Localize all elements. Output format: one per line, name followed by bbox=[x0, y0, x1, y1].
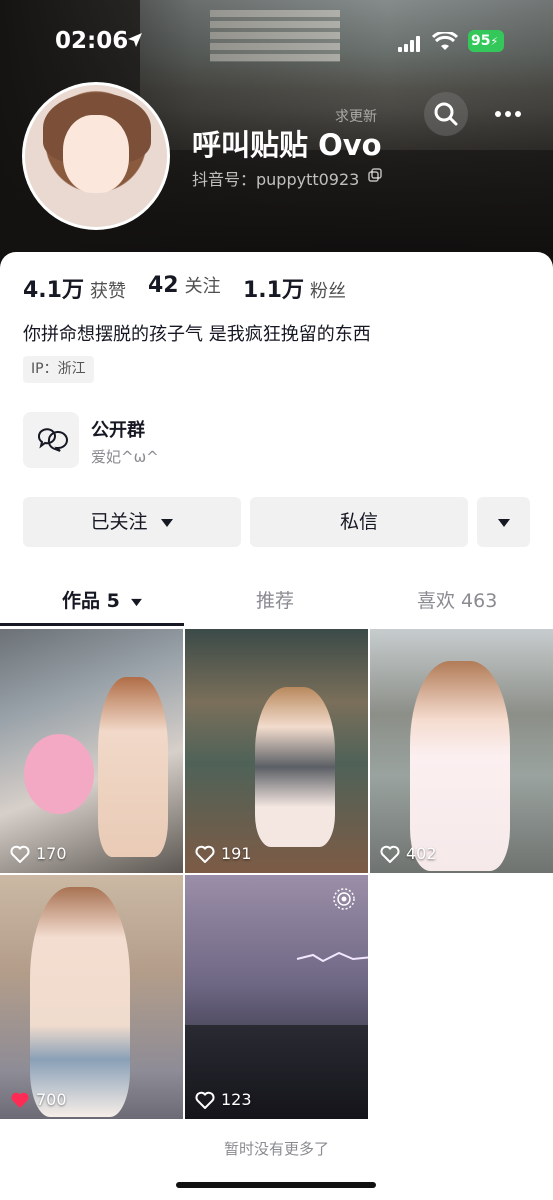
live-photo-icon bbox=[333, 888, 355, 910]
no-more-content-label: 暂时没有更多了 bbox=[223, 1140, 329, 1158]
status-time: 02:06 bbox=[55, 28, 129, 54]
battery-indicator: 95⚡ bbox=[468, 30, 504, 52]
caret-down-icon bbox=[131, 598, 143, 607]
caret-down-icon bbox=[160, 519, 173, 527]
more-dots-icon bbox=[495, 111, 521, 117]
search-button[interactable] bbox=[424, 92, 468, 136]
video-likes: 170 bbox=[10, 844, 67, 863]
stat-following[interactable]: 42 关注 bbox=[148, 272, 221, 298]
followed-button[interactable]: 已关注 bbox=[23, 497, 241, 547]
profile-bio: 你拼命想摆脱的孩子气 是我疯狂挽留的东西 bbox=[23, 324, 371, 345]
video-likes: 402 bbox=[380, 844, 437, 863]
video-thumbnail[interactable]: 402 bbox=[370, 629, 553, 873]
profile-nickname: 呼叫贴贴 Ovo bbox=[192, 128, 382, 162]
tab-recommended[interactable]: 推荐 bbox=[256, 586, 294, 613]
video-likes: 123 bbox=[195, 1090, 252, 1109]
video-thumbnail[interactable]: 191 bbox=[185, 629, 368, 873]
douyin-id: 抖音号：puppytt0923 bbox=[192, 170, 360, 189]
tab-liked[interactable]: 喜欢 463 bbox=[417, 586, 497, 613]
copy-icon[interactable] bbox=[368, 168, 382, 182]
video-likes: 191 bbox=[195, 844, 252, 863]
profile-tabs: 作品 5 推荐 喜欢 463 bbox=[0, 578, 553, 626]
video-thumbnail[interactable]: 170 bbox=[0, 629, 183, 873]
location-arrow-icon bbox=[128, 33, 142, 47]
heart-outline-icon bbox=[195, 1091, 215, 1109]
lightning-bolt-graphic bbox=[296, 951, 368, 963]
more-options-button[interactable] bbox=[484, 92, 532, 136]
heart-outline-icon bbox=[195, 845, 215, 863]
avatar[interactable] bbox=[22, 82, 170, 230]
heart-outline-icon bbox=[10, 845, 30, 863]
charging-bolt-icon: ⚡ bbox=[490, 35, 499, 48]
caret-down-icon bbox=[497, 519, 510, 527]
group-subtitle: 爱妃^ω^ bbox=[91, 448, 159, 466]
public-group-card[interactable]: 公开群 爱妃^ω^ bbox=[23, 410, 523, 470]
wifi-icon bbox=[432, 32, 458, 50]
status-bar: 02:06 95⚡ bbox=[0, 24, 553, 60]
video-thumbnail[interactable]: 700 bbox=[0, 875, 183, 1119]
cellular-signal-icon bbox=[398, 36, 420, 52]
stat-likes[interactable]: 4.1万 获赞 bbox=[23, 272, 126, 304]
home-indicator[interactable] bbox=[176, 1182, 376, 1188]
group-title: 公开群 bbox=[91, 420, 145, 441]
tab-works[interactable]: 作品 5 bbox=[62, 586, 143, 613]
heart-outline-icon bbox=[380, 845, 400, 863]
video-thumbnail[interactable]: 123 bbox=[185, 875, 368, 1119]
video-likes: 700 bbox=[10, 1090, 67, 1109]
stat-followers[interactable]: 1.1万 粉丝 bbox=[243, 272, 346, 304]
heart-filled-icon bbox=[11, 1092, 29, 1108]
more-actions-button[interactable] bbox=[477, 497, 530, 547]
search-icon bbox=[434, 102, 458, 126]
ip-location-tag: IP：浙江 bbox=[23, 356, 94, 383]
message-button[interactable]: 私信 bbox=[250, 497, 468, 547]
group-chat-icon bbox=[23, 412, 79, 468]
tab-active-indicator bbox=[0, 623, 184, 626]
